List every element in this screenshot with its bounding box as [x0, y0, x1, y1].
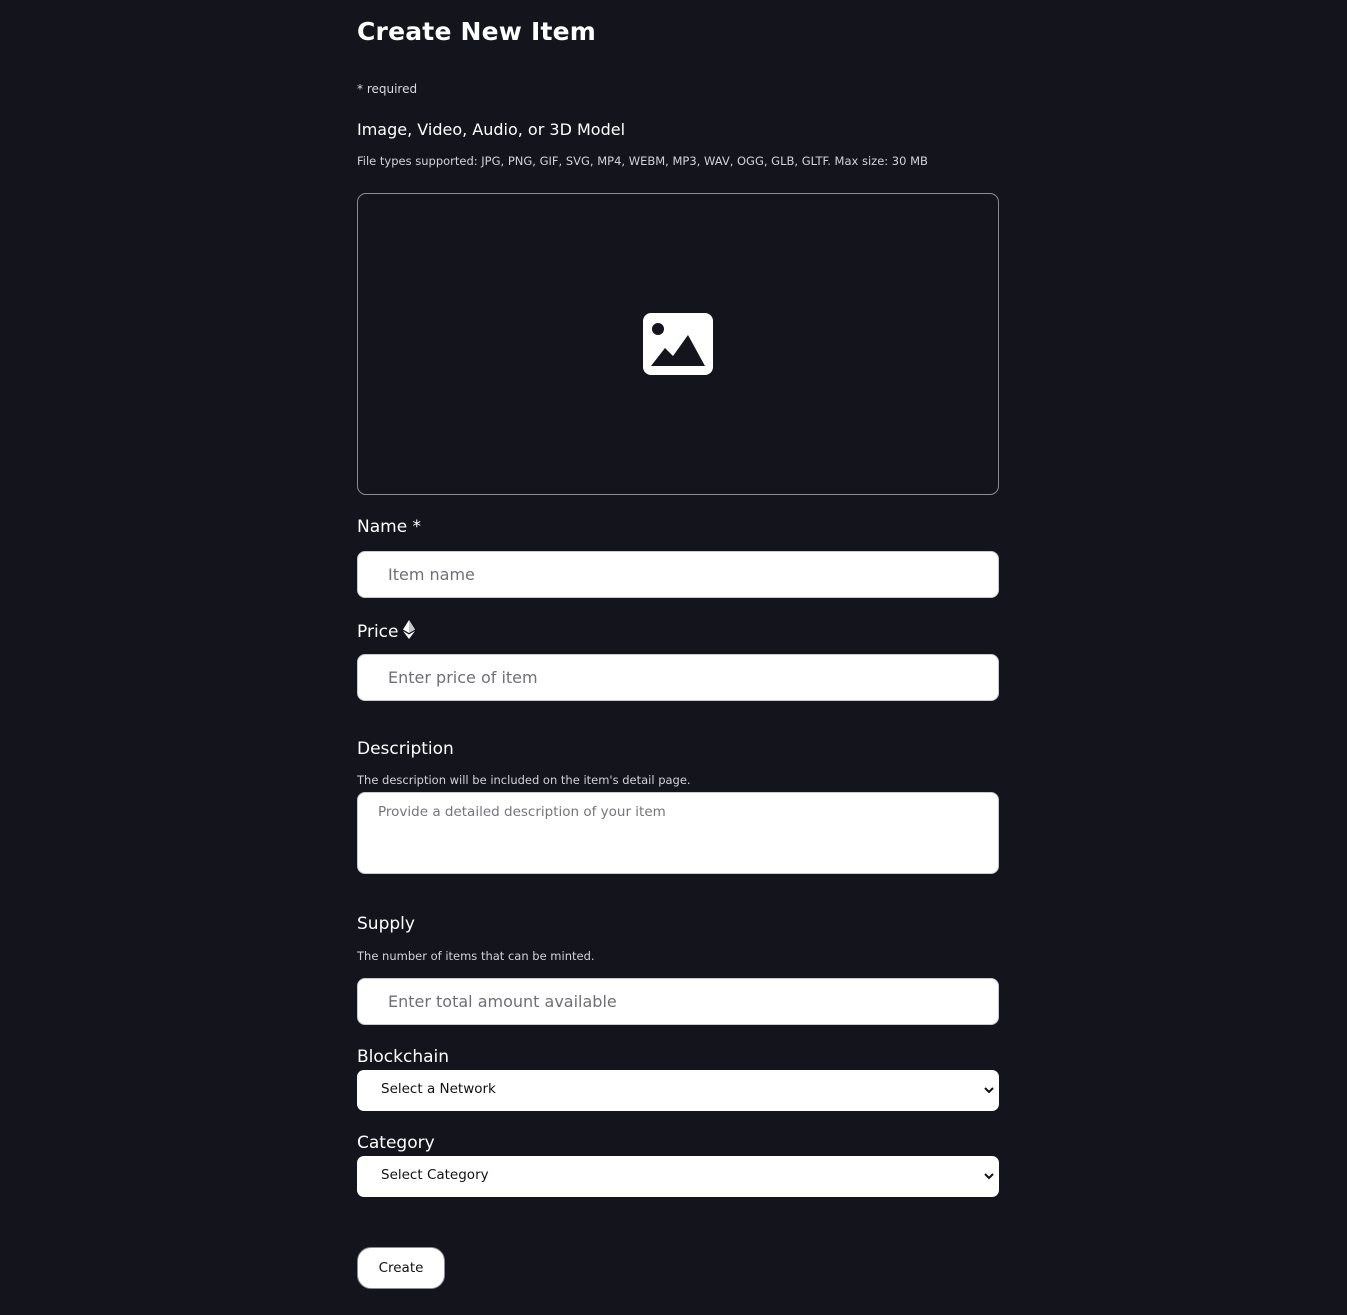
- description-textarea[interactable]: [357, 792, 999, 874]
- media-label: Image, Video, Audio, or 3D Model: [357, 120, 626, 139]
- image-icon: [643, 313, 713, 375]
- category-label: Category: [357, 1133, 435, 1153]
- media-hint: File types supported: JPG, PNG, GIF, SVG…: [357, 154, 928, 168]
- media-dropzone[interactable]: [357, 193, 999, 495]
- price-input[interactable]: [357, 654, 999, 701]
- name-label: Name *: [357, 517, 422, 537]
- category-select[interactable]: Select Category: [357, 1156, 999, 1197]
- supply-hint: The number of items that can be minted.: [357, 949, 595, 963]
- price-label: Price: [357, 622, 399, 642]
- chevron-down-icon: [983, 1084, 995, 1100]
- name-input[interactable]: [357, 551, 999, 598]
- required-note: * required: [357, 82, 418, 96]
- create-item-page: Create New Item * required Image, Video,…: [0, 0, 1347, 1315]
- create-button[interactable]: Create: [357, 1247, 445, 1289]
- blockchain-selected-value: Select a Network: [381, 1081, 496, 1097]
- page-title: Create New Item: [357, 17, 597, 46]
- description-label: Description: [357, 739, 454, 759]
- supply-input[interactable]: [357, 978, 999, 1025]
- ethereum-icon: [403, 620, 416, 644]
- blockchain-label: Blockchain: [357, 1047, 450, 1067]
- blockchain-select[interactable]: Select a Network: [357, 1070, 999, 1111]
- price-label-row: Price: [357, 620, 416, 644]
- description-hint: The description will be included on the …: [357, 773, 691, 787]
- supply-label: Supply: [357, 914, 415, 934]
- chevron-down-icon: [983, 1170, 995, 1186]
- category-selected-value: Select Category: [381, 1167, 489, 1183]
